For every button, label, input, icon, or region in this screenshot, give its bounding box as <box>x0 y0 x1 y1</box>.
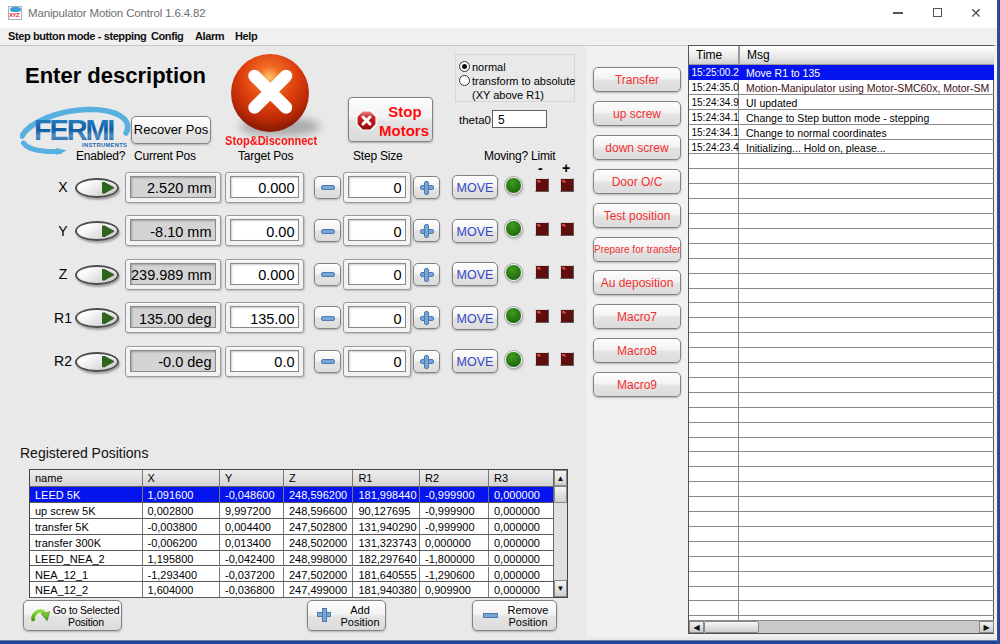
svg-text:INSTRUMENTS: INSTRUMENTS <box>82 142 127 148</box>
